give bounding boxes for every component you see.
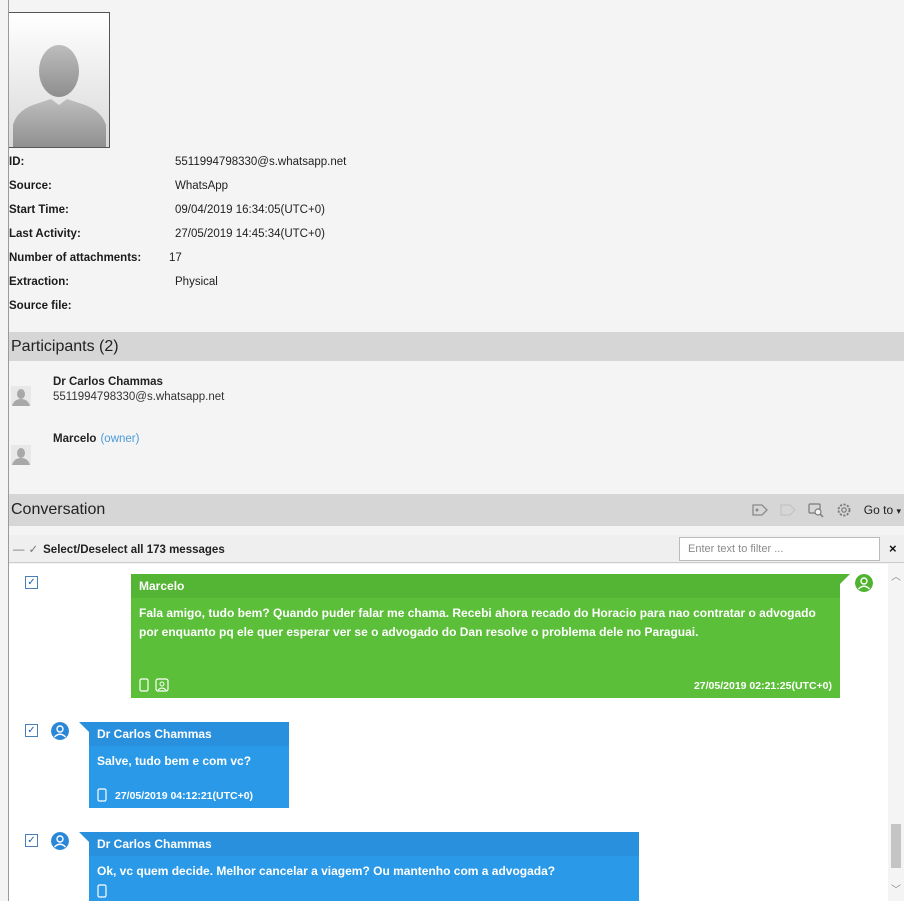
- property-key: Extraction:: [9, 276, 70, 288]
- message-bubble-outgoing[interactable]: Marcelo Fala amigo, tudo bem? Quando pud…: [131, 574, 840, 698]
- property-key: Number of attachments:: [9, 252, 142, 264]
- chevron-up-icon[interactable]: ︿: [890, 568, 902, 583]
- participant-item[interactable]: Dr Carlos Chammas 5511994798330@s.whatsa…: [9, 376, 509, 416]
- goto-menu[interactable]: Go to ▾: [864, 494, 901, 527]
- message-list-scrollbar[interactable]: ︿ ﹀: [888, 564, 904, 901]
- property-row-source: Source: WhatsApp: [9, 174, 509, 198]
- property-row-extraction: Extraction: Physical: [9, 270, 509, 294]
- owner-tag[interactable]: (owner): [100, 433, 139, 445]
- sender-avatar-icon: [855, 574, 873, 592]
- tag-icon[interactable]: [752, 502, 768, 518]
- untag-icon[interactable]: [780, 502, 796, 518]
- conversation-header: Conversation Go to ▾: [9, 494, 904, 526]
- conversation-title: Conversation: [11, 501, 106, 518]
- participant-name: Dr Carlos Chammas: [53, 376, 163, 388]
- clear-filter-icon[interactable]: ×: [889, 541, 897, 556]
- message-text: Salve, tudo bem e com vc?: [97, 754, 252, 768]
- participant-avatar-icon: [11, 386, 31, 406]
- conversation-toolbar: Go to ▾: [752, 494, 901, 526]
- property-key: Source:: [9, 180, 52, 192]
- property-value: 5511994798330@s.whatsapp.net: [175, 156, 347, 168]
- chat-search-icon[interactable]: [808, 502, 824, 518]
- property-key: Last Activity:: [9, 228, 81, 240]
- participant-item[interactable]: Marcelo (owner): [9, 433, 509, 473]
- property-row-id: ID: 5511994798330@s.whatsapp.net: [9, 150, 509, 174]
- participant-name-text: Marcelo: [53, 433, 97, 445]
- select-all-label: Select/Deselect all 173 messages: [43, 544, 225, 556]
- chat-properties: ID: 5511994798330@s.whatsapp.net Source:…: [9, 150, 509, 318]
- attachment-icon[interactable]: [155, 678, 169, 692]
- message-text: Ok, vc quem decide. Melhor cancelar a vi…: [97, 864, 556, 878]
- message-bubble-incoming[interactable]: Dr Carlos Chammas Ok, vc quem decide. Me…: [89, 832, 639, 901]
- property-key: Start Time:: [9, 204, 69, 216]
- sender-avatar-icon: [51, 722, 69, 740]
- select-all-bar: —✓ Select/Deselect all 173 messages ×: [9, 535, 904, 563]
- checkmark-icon: ✓: [28, 544, 39, 556]
- property-row-attachments: Number of attachments: 17: [9, 246, 509, 270]
- collapse-dash-icon: —: [13, 544, 25, 556]
- property-value: 09/04/2019 16:34:05(UTC+0): [175, 204, 325, 216]
- chevron-down-icon[interactable]: ﹀: [890, 881, 902, 896]
- gear-icon[interactable]: [836, 502, 852, 518]
- default-avatar-icon: [9, 13, 109, 147]
- message-timestamp: 27/05/2019 04:12:21(UTC+0): [115, 790, 254, 802]
- message-sender: Marcelo: [131, 574, 840, 598]
- property-value: 27/05/2019 14:45:34(UTC+0): [175, 228, 325, 240]
- message-sender: Dr Carlos Chammas: [89, 722, 289, 746]
- property-value: 17: [169, 252, 182, 264]
- property-key: ID:: [9, 156, 25, 168]
- message-sender: Dr Carlos Chammas: [89, 832, 639, 856]
- chat-details-panel: ID: 5511994798330@s.whatsapp.net Source:…: [8, 0, 904, 901]
- message-footer: 27/05/2019 04:12:21(UTC+0): [97, 788, 281, 804]
- goto-label: Go to: [863, 502, 894, 517]
- property-value: Physical: [175, 276, 218, 288]
- property-row-last-activity: Last Activity: 27/05/2019 14:45:34(UTC+0…: [9, 222, 509, 246]
- scroll-thumb[interactable]: [891, 824, 901, 868]
- message-timestamp: 27/05/2019 02:21:25(UTC+0): [693, 680, 832, 692]
- message-footer: 27/05/2019 02:21:25(UTC+0): [139, 678, 832, 694]
- contact-photo: [9, 12, 110, 148]
- bubble-tail: [840, 574, 850, 584]
- participant-avatar-icon: [11, 445, 31, 465]
- select-all-toggle[interactable]: — ✓ Select/Deselect all 173 messages: [13, 542, 225, 556]
- property-value: WhatsApp: [175, 180, 229, 192]
- phone-icon: [97, 884, 107, 898]
- phone-icon: [139, 678, 149, 692]
- message-checkbox[interactable]: ✓: [25, 576, 38, 589]
- chevron-down-icon: ▾: [896, 505, 901, 516]
- message-checkbox[interactable]: ✓: [25, 724, 38, 737]
- message-text: Fala amigo, tudo bem? Quando puder falar…: [139, 606, 816, 639]
- bubble-tail: [79, 832, 89, 842]
- property-row-start-time: Start Time: 09/04/2019 16:34:05(UTC+0): [9, 198, 509, 222]
- property-row-source-file: Source file:: [9, 294, 509, 318]
- message-checkbox[interactable]: ✓: [25, 834, 38, 847]
- participant-id: 5511994798330@s.whatsapp.net: [53, 391, 225, 403]
- property-key: Source file:: [9, 300, 72, 312]
- message-list[interactable]: ✓ Marcelo Fala amigo, tudo bem? Quando p…: [9, 564, 889, 901]
- filter-input[interactable]: [679, 537, 880, 561]
- participant-name: Marcelo (owner): [53, 433, 139, 445]
- sender-avatar-icon: [51, 832, 69, 850]
- message-bubble-incoming[interactable]: Dr Carlos Chammas Salve, tudo bem e com …: [89, 722, 289, 808]
- phone-icon: [97, 788, 107, 802]
- message-footer: [97, 884, 631, 900]
- participants-header: Participants (2): [9, 332, 904, 361]
- bubble-tail: [79, 722, 89, 732]
